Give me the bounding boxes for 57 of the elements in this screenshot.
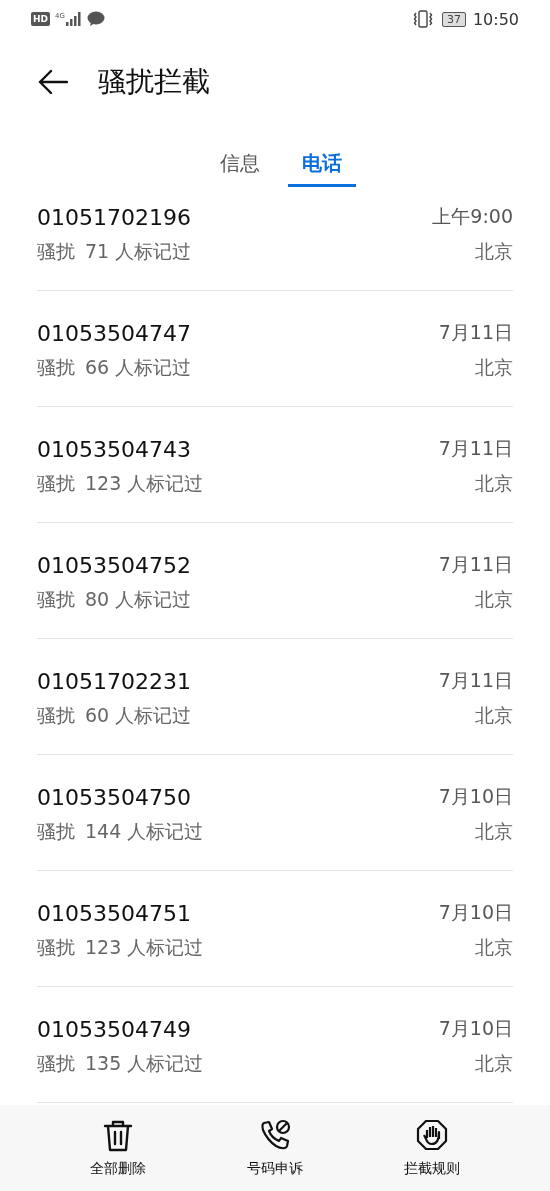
harassment-tag: 骚扰 [37, 935, 75, 961]
phone-block-icon [259, 1119, 291, 1152]
call-location: 北京 [475, 703, 513, 728]
page-title: 骚扰拦截 [98, 64, 210, 100]
call-time: 上午9:00 [432, 204, 513, 229]
back-button[interactable] [38, 69, 68, 95]
mark-count: 66 人标记过 [85, 355, 192, 380]
tab[interactable]: 信息 [206, 150, 274, 187]
phone-number: 01053504750 [37, 784, 191, 810]
phone-number: 01053504743 [37, 436, 191, 462]
battery-icon: 37 [441, 11, 466, 27]
call-location: 北京 [475, 355, 513, 380]
harassment-tag: 骚扰 [37, 587, 75, 613]
phone-number: 01051702231 [37, 668, 191, 694]
message-bubble-icon [86, 11, 105, 27]
hd-badge: HD [31, 12, 50, 26]
harassment-tag: 骚扰 [37, 239, 75, 265]
phone-number: 01053504747 [37, 320, 191, 346]
mark-count: 144 人标记过 [85, 819, 204, 844]
call-time: 7月11日 [438, 552, 513, 577]
harassment-tag: 骚扰 [37, 355, 75, 381]
call-time: 7月10日 [438, 784, 513, 809]
vibrate-icon [412, 10, 433, 28]
back-arrow-icon [38, 69, 68, 95]
phone-number: 01053504749 [37, 1016, 191, 1042]
phone-number: 01051702196 [37, 204, 191, 230]
signal-icon [65, 12, 82, 26]
call-location: 北京 [475, 935, 513, 960]
mark-count: 60 人标记过 [85, 703, 192, 728]
call-location: 北京 [475, 819, 513, 844]
phone-number: 01053504752 [37, 552, 191, 578]
tab[interactable]: 电话 [288, 150, 356, 187]
toolbar-button[interactable]: 拦截规则 [397, 1105, 466, 1191]
call-location: 北京 [475, 587, 513, 612]
harassment-tag: 骚扰 [37, 1051, 75, 1077]
trash-icon [102, 1119, 135, 1152]
harassment-tag: 骚扰 [37, 703, 75, 729]
call-location: 北京 [475, 471, 513, 496]
call-time: 7月11日 [438, 668, 513, 693]
clock-time: 10:50 [472, 9, 519, 29]
mark-count: 135 人标记过 [85, 1051, 204, 1076]
call-location: 北京 [475, 239, 513, 264]
mark-count: 80 人标记过 [85, 587, 192, 612]
call-time: 7月11日 [438, 436, 513, 461]
mark-count: 71 人标记过 [85, 239, 192, 264]
mark-count: 123 人标记过 [85, 935, 204, 960]
call-time: 7月11日 [438, 320, 513, 345]
call-location: 北京 [475, 1051, 513, 1076]
toolbar-button[interactable]: 号码申诉 [241, 1105, 309, 1191]
phone-number: 01053504751 [37, 900, 191, 926]
hand-stop-icon [415, 1119, 448, 1152]
call-time: 7月10日 [438, 900, 513, 925]
toolbar-button[interactable]: 全部删除 [84, 1105, 153, 1191]
harassment-tag: 骚扰 [37, 471, 75, 497]
call-time: 7月10日 [438, 1016, 513, 1041]
mark-count: 123 人标记过 [85, 471, 204, 496]
harassment-tag: 骚扰 [37, 819, 75, 845]
